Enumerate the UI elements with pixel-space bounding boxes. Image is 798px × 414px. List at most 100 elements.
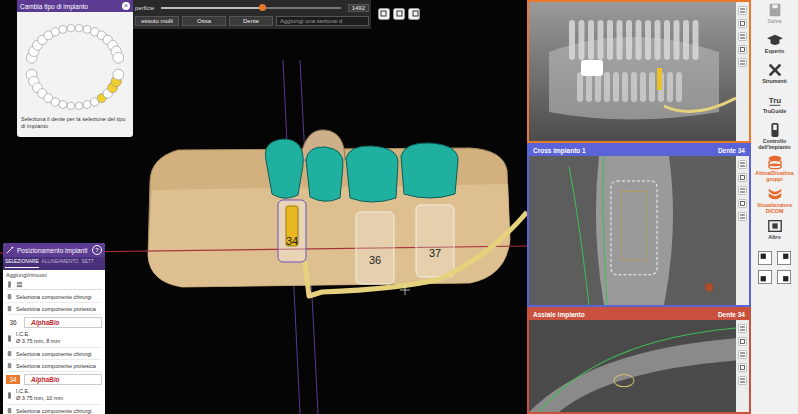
view-toolbar bbox=[736, 320, 749, 412]
layer-button[interactable]: Dente bbox=[229, 16, 273, 26]
tab[interactable]: SETT bbox=[82, 259, 94, 268]
layout-icon[interactable] bbox=[777, 251, 791, 265]
view-tool-icon[interactable] bbox=[738, 6, 747, 15]
component-row[interactable]: Seleziona componente protesica bbox=[6, 303, 102, 315]
view-tool-icon[interactable] bbox=[738, 19, 747, 28]
tooth[interactable] bbox=[75, 102, 82, 109]
view-tool-icon[interactable] bbox=[738, 212, 747, 221]
component-row[interactable]: Seleziona componente chirurgi bbox=[6, 348, 102, 360]
tooth-badge: 34 bbox=[6, 375, 20, 384]
close-button[interactable]: × bbox=[122, 2, 130, 10]
tab[interactable]: SELEZIONARE bbox=[5, 259, 39, 268]
component-row[interactable]: Seleziona componente protesica bbox=[6, 360, 102, 372]
scan-image[interactable] bbox=[529, 2, 736, 141]
view-tool-icon[interactable] bbox=[738, 363, 747, 372]
sidebar-item[interactable]: Attiva/Disattiva gruppi bbox=[752, 154, 797, 182]
view-toolbar bbox=[736, 156, 749, 305]
view-buttons bbox=[378, 8, 420, 20]
plane-line bbox=[283, 60, 300, 414]
implant-planner: 343637 perficie 1492 essuto molliOssaDen… bbox=[0, 0, 798, 414]
view-tool-icon[interactable] bbox=[738, 337, 747, 346]
tooth[interactable] bbox=[59, 101, 67, 109]
view-mode-icon[interactable] bbox=[378, 8, 390, 20]
component-icon bbox=[6, 293, 13, 300]
sidebar-item[interactable]: Visualizzatore DICOM bbox=[752, 186, 797, 214]
slider-thumb[interactable] bbox=[259, 4, 266, 11]
surface-slider[interactable] bbox=[161, 7, 340, 9]
sidebar: Salva Esperto Strumenti Tru TruGuide Cont… bbox=[751, 0, 798, 414]
tooth[interactable] bbox=[113, 69, 124, 80]
implant-row[interactable]: 36 AlphaBio bbox=[6, 315, 102, 329]
layout-icon[interactable] bbox=[777, 270, 791, 284]
view-mode-icon[interactable] bbox=[408, 8, 420, 20]
sidebar-item[interactable]: Altro bbox=[752, 218, 797, 244]
view-tool-icon[interactable] bbox=[738, 376, 747, 385]
sidebar-item[interactable]: Strumenti bbox=[752, 62, 797, 88]
view-tool-icon[interactable] bbox=[738, 186, 747, 195]
implant-icon[interactable] bbox=[6, 281, 13, 288]
implant-row[interactable]: 34 AlphaBio bbox=[6, 372, 102, 386]
tooth bbox=[306, 147, 343, 201]
layer-button[interactable]: Ossa bbox=[182, 16, 226, 26]
implant[interactable]: 34 bbox=[278, 200, 306, 262]
tooth[interactable] bbox=[67, 102, 74, 109]
view-toolbar bbox=[736, 2, 749, 141]
view-tool-icon[interactable] bbox=[738, 199, 747, 208]
truguide-icon: Tru bbox=[766, 92, 784, 108]
layout-icon[interactable] bbox=[758, 270, 772, 284]
panel-header: Cambia tipo di impianto × bbox=[17, 0, 133, 12]
save-icon bbox=[766, 2, 784, 18]
view-tool-icon[interactable] bbox=[738, 58, 747, 67]
slider-value[interactable]: 1492 bbox=[348, 4, 369, 12]
tooth[interactable] bbox=[51, 98, 59, 106]
implant[interactable]: 37 bbox=[416, 205, 454, 277]
tab[interactable]: ALLINEAMENTO bbox=[42, 259, 79, 268]
component-icon bbox=[6, 407, 13, 414]
implant[interactable]: 36 bbox=[356, 212, 394, 284]
component-row[interactable]: Seleziona componente chirurgi bbox=[6, 405, 102, 414]
tooth[interactable] bbox=[59, 25, 67, 33]
svg-text:34: 34 bbox=[286, 235, 298, 247]
tooth[interactable] bbox=[67, 24, 74, 31]
view-tool-icon[interactable] bbox=[738, 350, 747, 359]
tooth-chart[interactable] bbox=[17, 12, 133, 114]
component-row[interactable]: Seleziona componente chirurgi bbox=[6, 291, 102, 303]
implant-icon bbox=[6, 335, 13, 342]
sidebar-item[interactable]: Esperto bbox=[752, 32, 797, 58]
brand-logo: AlphaBio bbox=[24, 374, 102, 385]
view-tool-icon[interactable] bbox=[738, 45, 747, 54]
view-tool-icon[interactable] bbox=[738, 32, 747, 41]
layout-icon[interactable] bbox=[758, 251, 772, 265]
tools-icon bbox=[766, 62, 784, 78]
hint-text: Seleziona il dente per la selezione del … bbox=[17, 114, 133, 131]
tooth[interactable] bbox=[51, 28, 59, 36]
views-column: Cross impianto 1Dente 34 Assiale impiant… bbox=[527, 0, 751, 414]
view-tool-icon[interactable] bbox=[738, 324, 747, 333]
layer-button[interactable]: essuto molli bbox=[135, 16, 179, 26]
view-mode-icon[interactable] bbox=[393, 8, 405, 20]
sidebar-item[interactable]: Controllo dell'impianto bbox=[752, 122, 797, 150]
implant-spec[interactable]: I.C.E. Ø 3.75 mm, 10 mm bbox=[6, 386, 102, 405]
view-panel: Cross impianto 1Dente 34 bbox=[527, 143, 751, 307]
view-tool-icon[interactable] bbox=[738, 160, 747, 169]
section-field[interactable]: Aggiungi una sezione d bbox=[276, 16, 369, 26]
3d-viewport[interactable]: 343637 perficie 1492 essuto molliOssaDen… bbox=[0, 0, 527, 414]
implant-spec[interactable]: I.C.E. Ø 3.75 mm, 8 mm bbox=[6, 329, 102, 348]
tooth[interactable] bbox=[75, 24, 82, 31]
layout-buttons bbox=[758, 251, 791, 284]
tooth[interactable] bbox=[83, 25, 91, 33]
layers-icon[interactable] bbox=[16, 281, 23, 288]
groups-icon bbox=[766, 154, 784, 170]
sidebar-item[interactable]: Salva bbox=[752, 2, 797, 28]
tab-bar: SELEZIONAREALLINEAMENTOSETT bbox=[3, 257, 105, 270]
help-button[interactable]: ? bbox=[92, 245, 102, 255]
add-remove-label: Aggiungi/rimuovi bbox=[6, 272, 102, 280]
tooth[interactable] bbox=[113, 52, 124, 63]
sidebar-item[interactable]: Tru TruGuide bbox=[752, 92, 797, 118]
scan-image[interactable] bbox=[529, 320, 736, 412]
tooth bbox=[346, 146, 398, 202]
tooth[interactable] bbox=[83, 101, 91, 109]
scan-image[interactable] bbox=[529, 156, 736, 305]
svg-text:37: 37 bbox=[429, 247, 441, 259]
view-tool-icon[interactable] bbox=[738, 173, 747, 182]
